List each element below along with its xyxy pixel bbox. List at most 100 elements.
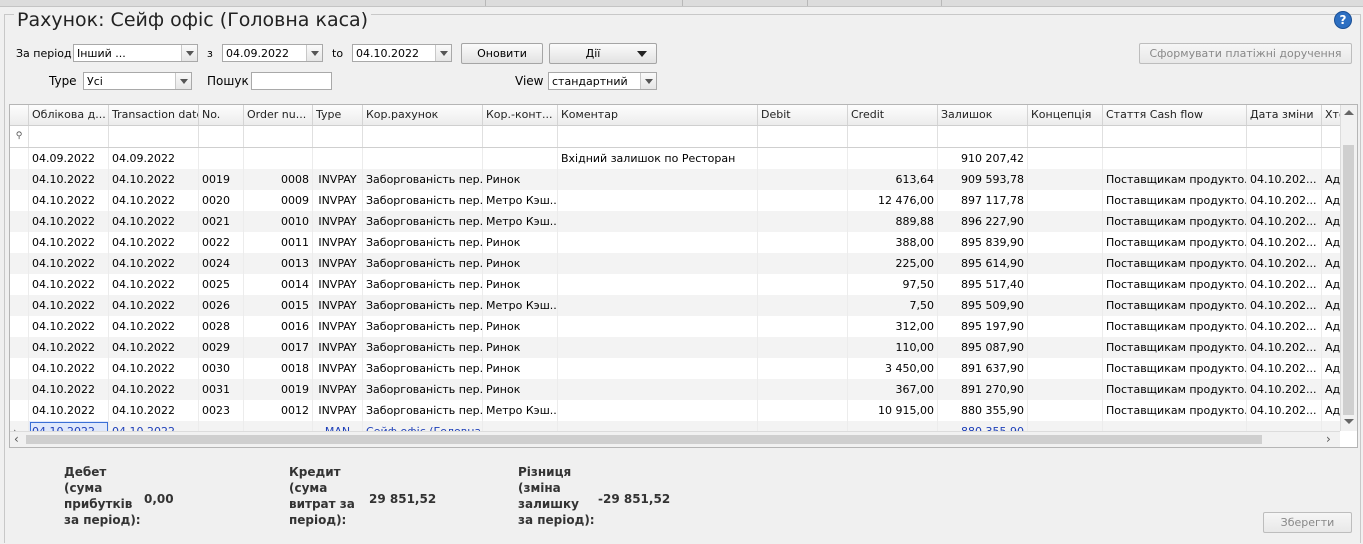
cell-transaction-date[interactable]: 04.10.2022	[109, 400, 199, 421]
cell-balance[interactable]: 880 355,90	[938, 400, 1028, 421]
column-header-corr-account[interactable]: Кор.рахунок	[363, 105, 483, 125]
horizontal-scroll-thumb[interactable]	[26, 435, 1262, 444]
cell-counterparty[interactable]: Ринок	[483, 253, 558, 274]
cell-doc-number[interactable]: 0022	[199, 232, 244, 253]
cell-comment[interactable]	[558, 316, 758, 337]
cell-modified-by[interactable]: Ад	[1322, 190, 1340, 211]
filter-cell-doc-number[interactable]	[199, 126, 244, 147]
scroll-up-icon[interactable]	[1344, 110, 1354, 115]
cell-corr-account[interactable]: Заборгованість пер...	[363, 274, 483, 295]
cell-modified-date[interactable]: 04.10.202...	[1247, 337, 1322, 358]
cell-corr-account[interactable]: Заборгованість пер...	[363, 169, 483, 190]
table-row[interactable]: 04.10.2022 04.10.2022 0031 0019 INVPAY Заборг…	[10, 379, 1340, 400]
pin-icon[interactable]: ⚲	[10, 126, 29, 147]
cell-cash-flow-item[interactable]: Поставщикам продукто...	[1103, 400, 1247, 421]
filter-cell-order-number[interactable]	[244, 126, 313, 147]
cell-counterparty[interactable]: Ринок	[483, 337, 558, 358]
cell-debit[interactable]	[758, 358, 848, 379]
cell-posting-date[interactable]: 04.10.2022	[29, 274, 109, 295]
cell-comment[interactable]	[558, 337, 758, 358]
cell-counterparty[interactable]	[483, 148, 558, 169]
cell-transaction-date[interactable]: 04.09.2022	[109, 148, 199, 169]
grid-rows[interactable]: 04.09.2022 04.09.2022 Вхідний залишок по Р…	[10, 148, 1340, 432]
cell-cash-flow-item[interactable]: Поставщикам продукто...	[1103, 316, 1247, 337]
cell-transaction-date[interactable]: 04.10.2022	[109, 232, 199, 253]
cell-order-number[interactable]: 0011	[244, 232, 313, 253]
help-icon[interactable]: ?	[1334, 11, 1352, 29]
cell-order-number[interactable]	[244, 148, 313, 169]
table-row[interactable]: 04.10.2022 04.10.2022 0028 0016 INVPAY Заборг…	[10, 316, 1340, 337]
cell-cash-flow-item[interactable]: Поставщикам продукто...	[1103, 190, 1247, 211]
column-header-credit[interactable]: Credit	[848, 105, 938, 125]
cell-modified-by[interactable]: Ад	[1322, 211, 1340, 232]
cell-modified-date[interactable]: 04.10.202...	[1247, 400, 1322, 421]
actions-dropdown-button[interactable]: Дії	[549, 43, 657, 64]
cell-comment[interactable]	[558, 190, 758, 211]
cell-doc-number[interactable]	[199, 148, 244, 169]
cell-modified-date[interactable]: 04.10.202...	[1247, 379, 1322, 400]
cell-posting-date[interactable]: 04.10.2022	[29, 295, 109, 316]
cell-posting-date[interactable]: 04.10.2022	[29, 169, 109, 190]
table-row[interactable]: 04.10.2022 04.10.2022 0026 0015 INVPAY Заборг…	[10, 295, 1340, 316]
table-row[interactable]: 04.09.2022 04.09.2022 Вхідний залишок по Р…	[10, 148, 1340, 169]
filter-cell-posting-date[interactable]	[29, 126, 109, 147]
cell-balance[interactable]: 895 839,90	[938, 232, 1028, 253]
cell-credit[interactable]	[848, 148, 938, 169]
cell-comment[interactable]	[558, 358, 758, 379]
cell-cash-flow-item[interactable]: Поставщикам продукто...	[1103, 295, 1247, 316]
row-indicator[interactable]	[10, 337, 29, 358]
cell-transaction-date[interactable]: 04.10.2022	[109, 190, 199, 211]
cell-doc-number[interactable]: 0029	[199, 337, 244, 358]
cell-posting-date[interactable]: 04.10.2022	[29, 316, 109, 337]
cell-debit[interactable]	[758, 211, 848, 232]
cell-type[interactable]: INVPAY	[313, 316, 363, 337]
cell-counterparty[interactable]: Метро Кэш...	[483, 211, 558, 232]
table-row[interactable]: 04.10.2022 04.10.2022 0029 0017 INVPAY Заборг…	[10, 337, 1340, 358]
cell-order-number[interactable]: 0012	[244, 400, 313, 421]
cell-counterparty[interactable]: Ринок	[483, 232, 558, 253]
cell-modified-date[interactable]: 04.10.202...	[1247, 253, 1322, 274]
cell-type[interactable]: INVPAY	[313, 253, 363, 274]
cell-balance[interactable]: 896 227,90	[938, 211, 1028, 232]
filter-cell-modified-date[interactable]	[1247, 126, 1322, 147]
cell-counterparty[interactable]: Ринок	[483, 379, 558, 400]
table-row[interactable]: 04.10.2022 04.10.2022 0022 0011 INVPAY Заборг…	[10, 232, 1340, 253]
column-header-balance[interactable]: Залишок	[938, 105, 1028, 125]
cell-concept[interactable]	[1028, 337, 1103, 358]
cell-type[interactable]: INVPAY	[313, 274, 363, 295]
from-date-picker[interactable]: 04.09.2022	[222, 44, 323, 62]
column-header-counterparty[interactable]: Кор.-конт...	[483, 105, 558, 125]
vertical-scrollbar[interactable]	[1340, 105, 1357, 431]
chevron-down-icon[interactable]	[181, 45, 197, 61]
cell-transaction-date[interactable]: 04.10.2022	[109, 358, 199, 379]
cell-order-number[interactable]: 0010	[244, 211, 313, 232]
cell-posting-date[interactable]: 04.10.2022	[29, 379, 109, 400]
cell-counterparty[interactable]: Ринок	[483, 274, 558, 295]
row-indicator[interactable]	[10, 169, 29, 190]
cell-cash-flow-item[interactable]: Поставщикам продукто...	[1103, 253, 1247, 274]
cell-credit[interactable]: 7,50	[848, 295, 938, 316]
cell-order-number[interactable]: 0019	[244, 379, 313, 400]
filter-cell-cash-flow-item[interactable]	[1103, 126, 1247, 147]
column-header-type[interactable]: Type	[313, 105, 363, 125]
cell-balance[interactable]: 895 517,40	[938, 274, 1028, 295]
cell-transaction-date[interactable]: 04.10.2022	[109, 316, 199, 337]
cell-cash-flow-item[interactable]: Поставщикам продукто...	[1103, 169, 1247, 190]
row-indicator[interactable]	[10, 148, 29, 169]
row-indicator[interactable]	[10, 400, 29, 421]
table-row[interactable]: 04.10.2022 04.10.2022 0021 0010 INVPAY Заборг…	[10, 211, 1340, 232]
grid-filter-row[interactable]: ⚲	[10, 126, 1340, 148]
cell-cash-flow-item[interactable]: Поставщикам продукто...	[1103, 274, 1247, 295]
cell-counterparty[interactable]: Метро Кэш...	[483, 190, 558, 211]
cell-doc-number[interactable]: 0024	[199, 253, 244, 274]
table-row[interactable]: 04.10.2022 04.10.2022 0030 0018 INVPAY Заборг…	[10, 358, 1340, 379]
table-row[interactable]: 04.10.2022 04.10.2022 0025 0014 INVPAY Заборг…	[10, 274, 1340, 295]
column-header-comment[interactable]: Коментар	[558, 105, 758, 125]
cell-posting-date[interactable]: 04.10.2022	[29, 400, 109, 421]
period-select[interactable]: Інший ...	[73, 44, 198, 62]
cell-modified-date[interactable]: 04.10.202...	[1247, 211, 1322, 232]
cell-type[interactable]: INVPAY	[313, 190, 363, 211]
cell-modified-date[interactable]: 04.10.202...	[1247, 274, 1322, 295]
table-row[interactable]: 04.10.2022 04.10.2022 0024 0013 INVPAY Заборг…	[10, 253, 1340, 274]
filter-cell-transaction-date[interactable]	[109, 126, 199, 147]
